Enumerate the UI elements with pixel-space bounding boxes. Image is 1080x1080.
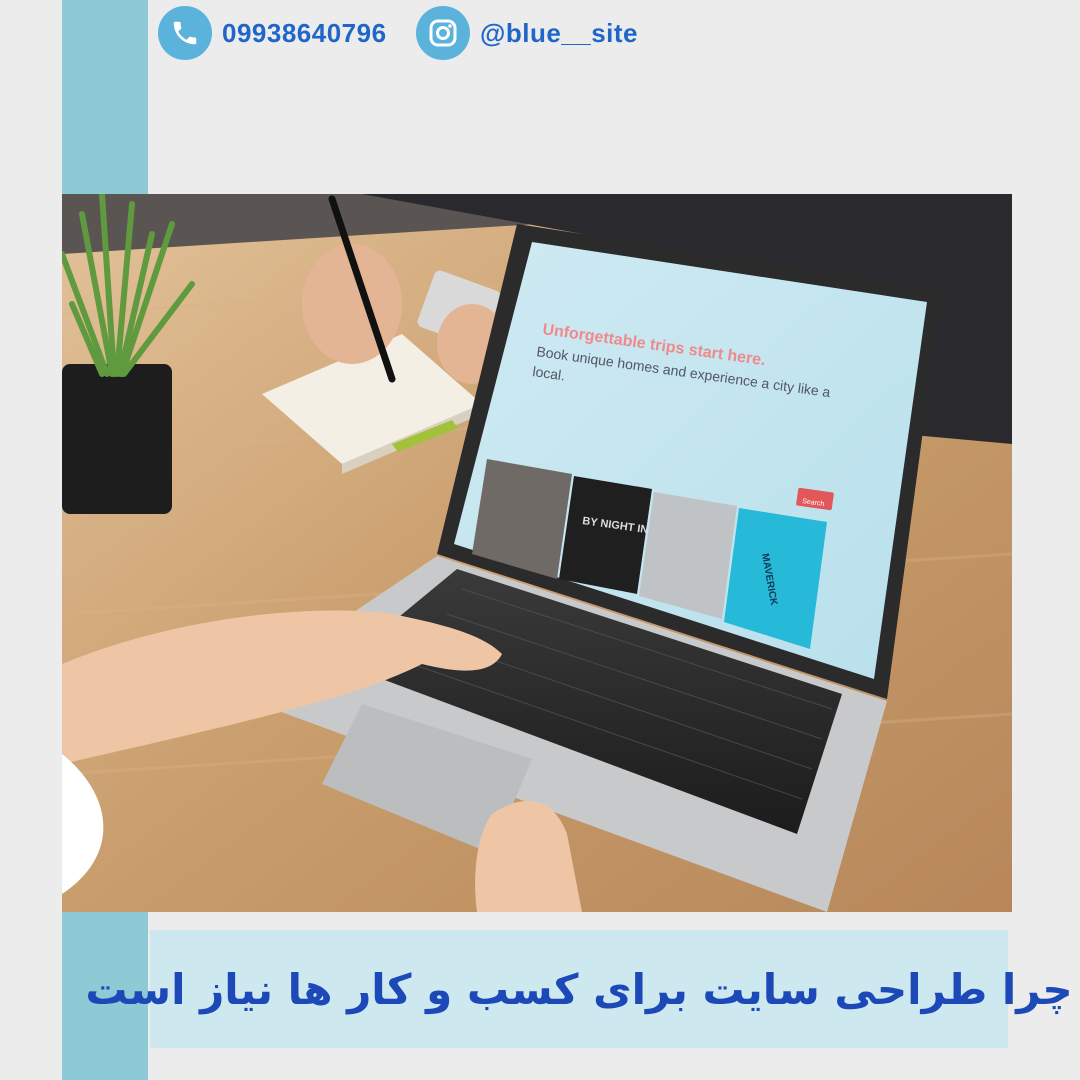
instagram-contact[interactable]: @blue__site — [416, 6, 638, 60]
accent-bar-top — [62, 0, 148, 196]
laptop-photo: Unforgettable trips start here. Book uni… — [62, 194, 1012, 912]
phone-icon — [158, 6, 212, 60]
laptop-photo-illustration: Unforgettable trips start here. Book uni… — [62, 194, 1012, 912]
caption-box: چرا طراحی سایت برای کسب و کار ها نیاز اس… — [85, 930, 1073, 1048]
phone-contact[interactable]: 09938640796 — [158, 6, 387, 60]
caption-title: چرا طراحی سایت برای کسب و کار ها نیاز اس… — [85, 964, 1073, 1014]
instagram-handle: @blue__site — [480, 17, 639, 48]
instagram-icon — [416, 6, 470, 60]
phone-number: 09938640796 — [222, 17, 387, 48]
